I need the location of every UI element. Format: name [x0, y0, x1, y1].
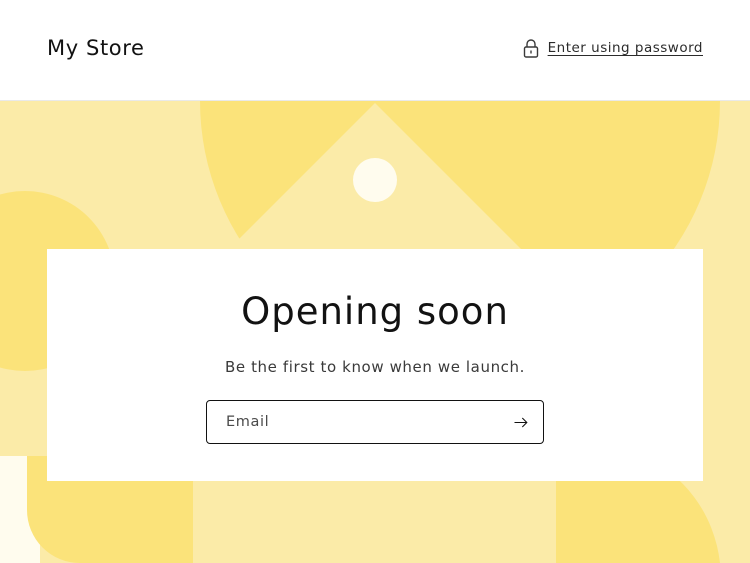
page-subtitle: Be the first to know when we launch.: [224, 358, 526, 376]
arrow-right-icon: [514, 417, 528, 428]
subscribe-button[interactable]: [499, 401, 543, 443]
password-page: My Store Enter using password Opening so…: [0, 0, 750, 563]
page-title: Opening soon: [241, 290, 509, 333]
password-link-label: Enter using password: [547, 40, 703, 56]
banner-right-strip: [703, 251, 750, 563]
site-header: My Store Enter using password: [0, 0, 750, 101]
email-field: [206, 400, 544, 444]
email-input[interactable]: [207, 401, 497, 443]
banner-tag-hole: [353, 158, 397, 202]
enter-password-link[interactable]: Enter using password: [523, 38, 703, 58]
lock-icon: [523, 38, 539, 58]
newsletter-card: Opening soon Be the first to know when w…: [47, 249, 703, 481]
store-name[interactable]: My Store: [47, 33, 145, 63]
